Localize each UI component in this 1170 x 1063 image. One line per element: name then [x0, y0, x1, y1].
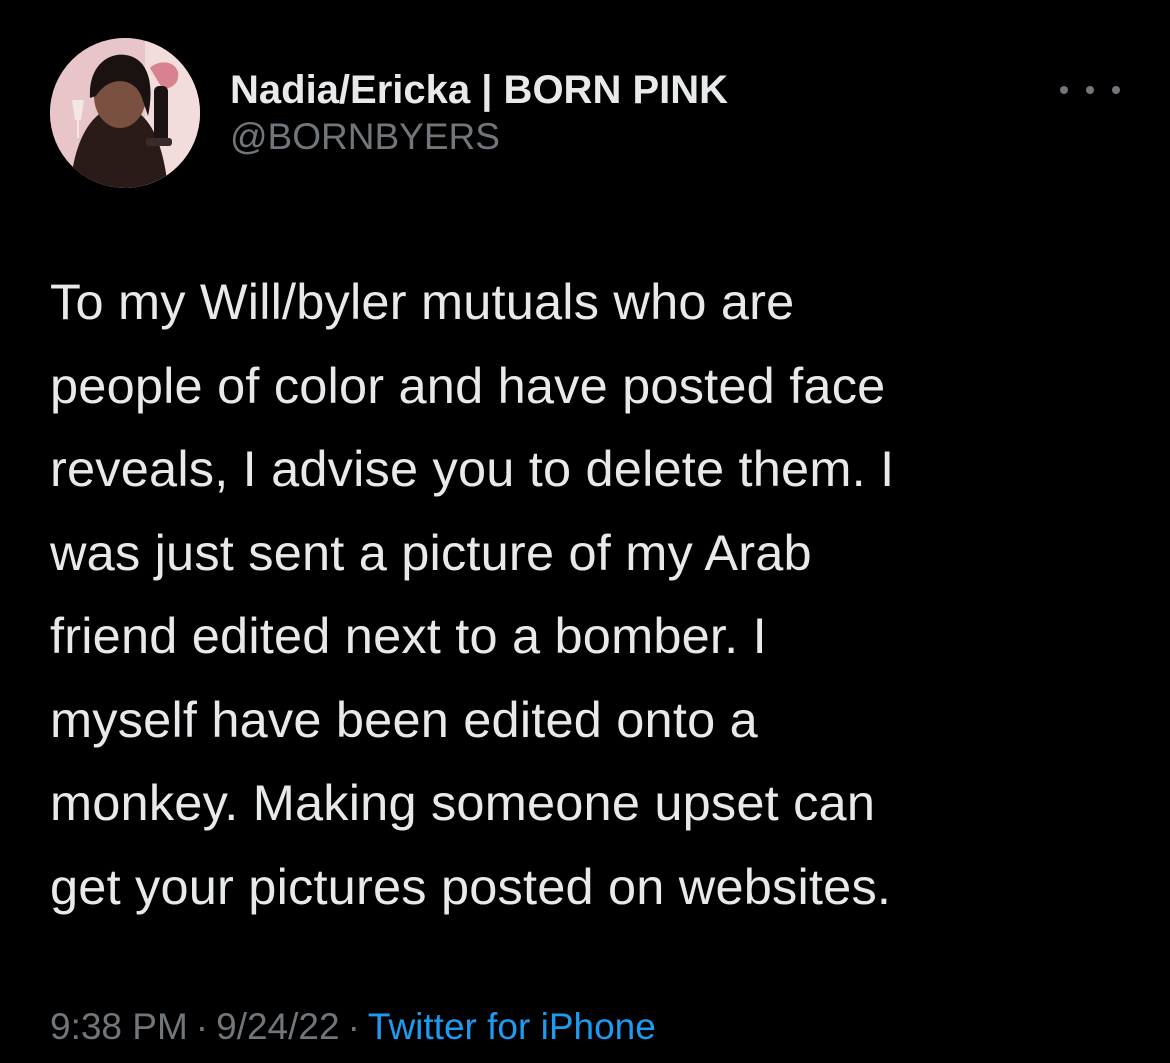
handle[interactable]: @BORNBYERS	[230, 114, 728, 160]
avatar[interactable]	[50, 38, 200, 188]
tweet-meta: 9:38 PM · 9/24/22 · Twitter for iPhone	[50, 1004, 656, 1050]
tweet-time[interactable]: 9:38 PM	[50, 1006, 188, 1047]
tweet-text: To my Will/byler mutuals who are people …	[50, 260, 1130, 928]
author-info[interactable]: Nadia/Ericka | BORN PINK @BORNBYERS	[230, 66, 728, 160]
tweet: Nadia/Ericka | BORN PINK @BORNBYERS To m…	[0, 0, 1170, 1063]
tweet-line: To my Will/byler mutuals who are	[50, 273, 795, 330]
tweet-line: myself have been edited onto a	[50, 690, 758, 748]
meta-separator: ·	[347, 1006, 360, 1047]
tweet-line: get your pictures posted on websites.	[50, 857, 892, 915]
tweet-line: reveals, I advise you to delete them. I	[50, 440, 895, 497]
tweet-source-link[interactable]: Twitter for iPhone	[368, 1006, 656, 1047]
display-name[interactable]: Nadia/Ericka | BORN PINK	[230, 66, 728, 114]
ellipsis-icon[interactable]	[1060, 78, 1120, 102]
ellipsis-dot	[1086, 86, 1094, 94]
tweet-line: friend edited next to a bomber. I	[50, 607, 767, 664]
tweet-line: people of color and have posted face	[50, 356, 886, 414]
meta-separator: ·	[195, 1006, 209, 1047]
tweet-line: was just sent a picture of my Arab	[50, 523, 812, 581]
profile-photo	[50, 38, 200, 188]
ellipsis-dot	[1112, 86, 1120, 94]
tweet-line: monkey. Making someone upset can	[50, 774, 876, 831]
tweet-date[interactable]: 9/24/22	[216, 1006, 339, 1047]
ellipsis-dot	[1060, 86, 1068, 94]
